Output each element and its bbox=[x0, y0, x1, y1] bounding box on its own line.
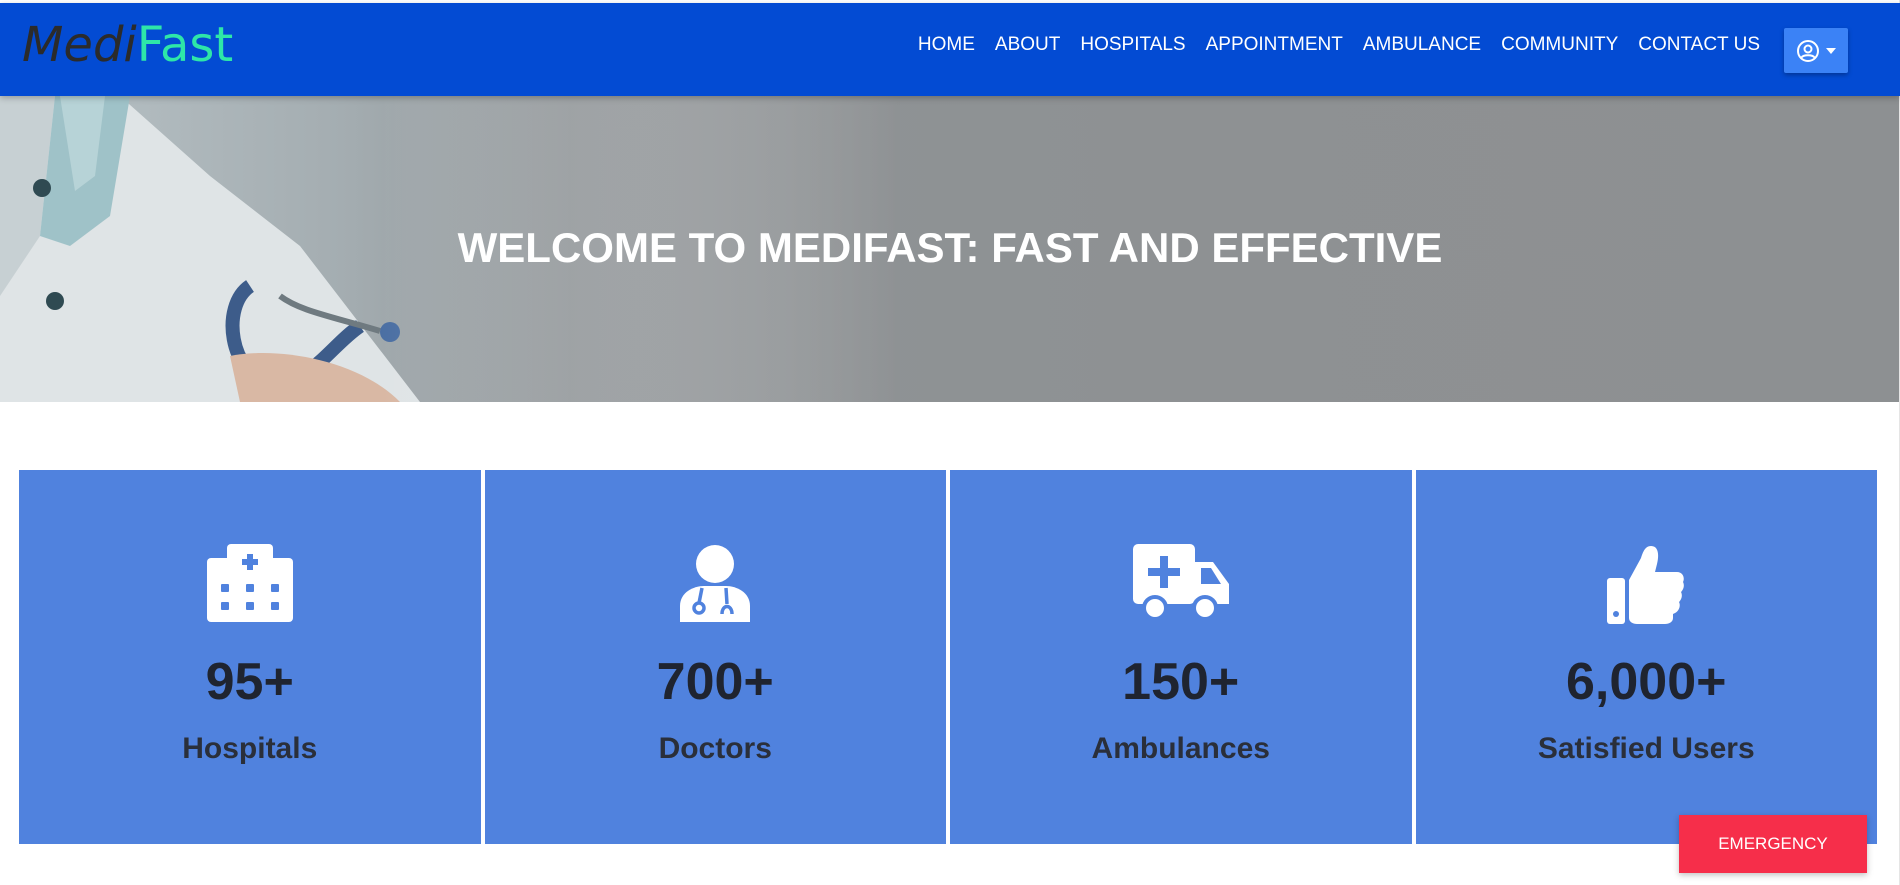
caret-down-icon bbox=[1826, 47, 1836, 54]
nav-link-hospitals[interactable]: HOSPITALS bbox=[1070, 33, 1195, 57]
page: MediFast HOME ABOUT HOSPITALS APPOINTMEN… bbox=[0, 0, 1900, 885]
navbar: MediFast HOME ABOUT HOSPITALS APPOINTMEN… bbox=[0, 3, 1900, 96]
stat-card-ambulances: 150+ Ambulances bbox=[950, 470, 1412, 844]
brand-logo[interactable]: MediFast bbox=[22, 21, 233, 69]
stat-card-hospitals: 95+ Hospitals bbox=[19, 470, 481, 844]
nav-link-appointment[interactable]: APPOINTMENT bbox=[1196, 33, 1353, 57]
hero-banner: WELCOME TO MEDIFAST: FAST AND EFFECTIVE bbox=[0, 96, 1900, 402]
brand-logo-part-2: Fast bbox=[136, 17, 234, 73]
stat-label: Ambulances bbox=[1091, 732, 1270, 765]
emergency-button[interactable]: EMERGENCY bbox=[1679, 815, 1867, 873]
user-menu-button[interactable] bbox=[1784, 28, 1848, 73]
stat-card-satisfied-users: 6,000+ Satisfied Users bbox=[1415, 470, 1877, 844]
stat-label: Doctors bbox=[658, 732, 772, 765]
hospital-icon bbox=[206, 544, 293, 624]
stat-number: 95+ bbox=[205, 653, 294, 711]
stat-label: Hospitals bbox=[182, 732, 318, 765]
stat-number: 6,000+ bbox=[1566, 653, 1727, 711]
stat-number: 150+ bbox=[1122, 653, 1240, 711]
hero-title: WELCOME TO MEDIFAST: FAST AND EFFECTIVE bbox=[457, 224, 1443, 271]
stat-label: Satisfied Users bbox=[1537, 732, 1755, 765]
nav-link-community[interactable]: COMMUNITY bbox=[1491, 33, 1628, 57]
stat-card-doctors: 700+ Doctors bbox=[484, 470, 946, 844]
nav-link-home[interactable]: HOME bbox=[908, 33, 985, 57]
stat-number: 700+ bbox=[656, 653, 774, 711]
nav-link-about[interactable]: ABOUT bbox=[985, 33, 1070, 57]
thumbs-up-icon bbox=[1607, 544, 1685, 624]
ambulance-icon bbox=[1132, 544, 1229, 624]
user-circle-icon bbox=[1796, 39, 1820, 63]
nav-link-contact-us[interactable]: CONTACT US bbox=[1628, 33, 1770, 57]
nav-links: HOME ABOUT HOSPITALS APPOINTMENT AMBULAN… bbox=[908, 33, 1770, 57]
brand-logo-part-1: Medi bbox=[22, 17, 137, 73]
stats-section: 95+ Hospitals 700+ Doctors 150+ Ambulanc… bbox=[19, 470, 1877, 844]
nav-link-ambulance[interactable]: AMBULANCE bbox=[1353, 33, 1491, 57]
doctor-icon bbox=[680, 544, 751, 624]
